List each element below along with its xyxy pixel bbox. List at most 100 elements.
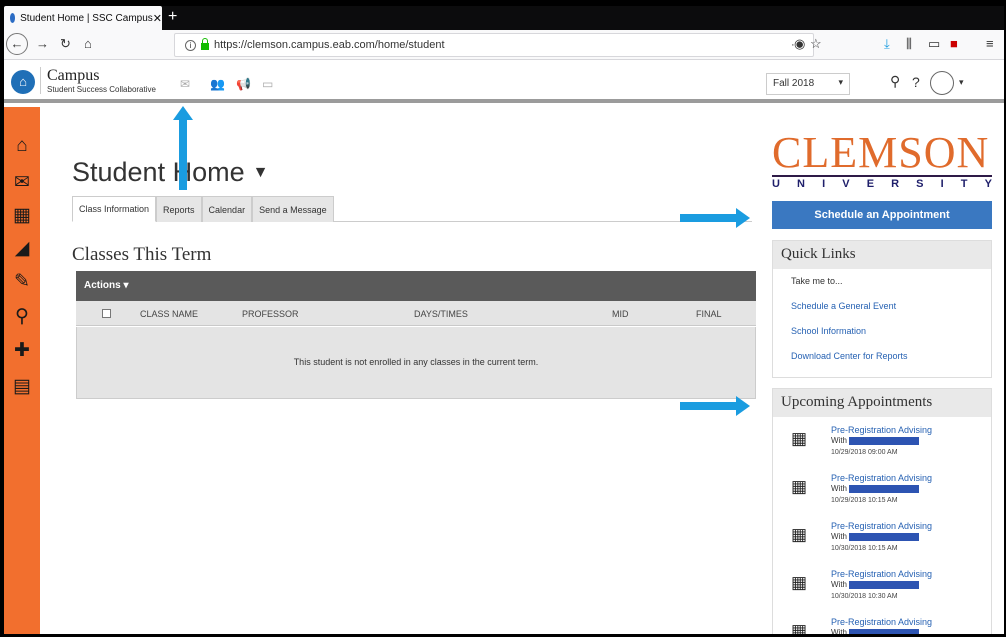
- school-subtitle-letter: V: [842, 178, 850, 190]
- redacted-advisor: [849, 485, 919, 493]
- column-professor[interactable]: PROFESSOR: [242, 309, 299, 319]
- left-nav-rail: ⌂ ✉ ▦ ◢ ✎ ⚲ ✚ ▤: [4, 107, 40, 634]
- appointment-name[interactable]: Pre-Registration Advising: [831, 521, 932, 531]
- pocket-icon[interactable]: ◉: [794, 36, 805, 52]
- redacted-advisor: [849, 629, 919, 634]
- brand-title: Campus: [47, 67, 100, 84]
- lock-icon[interactable]: [201, 38, 209, 50]
- add-user-icon[interactable]: ✚: [4, 339, 40, 362]
- school-subtitle-letter: E: [866, 178, 875, 190]
- window-icon[interactable]: ▭: [262, 77, 273, 91]
- tab-class-information[interactable]: Class Information: [72, 196, 157, 222]
- link-school-information[interactable]: School Information: [773, 319, 991, 344]
- column-class-name[interactable]: CLASS NAME: [140, 309, 198, 319]
- right-sidebar: CLEMSON U N I V E R S I T Y Schedule an …: [772, 107, 994, 634]
- appointment-with-label: With: [831, 436, 847, 445]
- user-menu-chevron-icon[interactable]: ▾: [959, 77, 964, 88]
- classes-table-header: CLASS NAME PROFESSOR DAYS/TIMES MID FINA…: [76, 301, 756, 326]
- pdf-extension-icon[interactable]: ■: [950, 36, 958, 51]
- brand[interactable]: Campus Student Success Collaborative: [40, 67, 156, 94]
- help-button[interactable]: ?: [912, 74, 920, 90]
- redacted-advisor: [849, 533, 919, 541]
- downloads-icon[interactable]: ⤓: [884, 36, 890, 52]
- link-schedule-general-event[interactable]: Schedule a General Event: [773, 294, 991, 319]
- page-title[interactable]: Student Home ▼: [72, 157, 268, 188]
- bookmark-star-icon[interactable]: ☆: [810, 36, 822, 52]
- appointment-date: 10/29/2018 10:15 AM: [831, 497, 898, 504]
- home-icon[interactable]: ⌂: [4, 135, 40, 157]
- browser-tab-active[interactable]: Student Home | SSC Campus ✕: [4, 6, 162, 30]
- appointment-name[interactable]: Pre-Registration Advising: [831, 617, 932, 627]
- sidebar-icon[interactable]: ▭: [928, 36, 940, 52]
- actions-bar: Actions ▾: [76, 271, 756, 301]
- mail-icon[interactable]: ✉: [4, 171, 40, 194]
- school-subtitle-letter: U: [772, 178, 780, 190]
- annotation-arrow-up: [173, 106, 193, 190]
- url-text: https://clemson.campus.eab.com/home/stud…: [214, 39, 445, 51]
- link-download-center[interactable]: Download Center for Reports: [773, 344, 991, 369]
- classes-empty-state: This student is not enrolled in any clas…: [76, 327, 756, 399]
- avatar[interactable]: [930, 71, 954, 95]
- appointment-item: ▦ Pre-Registration Advising With 10/29/2…: [791, 425, 981, 469]
- quick-links-title: Quick Links: [773, 241, 991, 269]
- school-subtitle-letter: T: [960, 178, 968, 190]
- appointment-name[interactable]: Pre-Registration Advising: [831, 425, 932, 435]
- appointment-name[interactable]: Pre-Registration Advising: [831, 569, 932, 579]
- close-tab-icon[interactable]: ✕: [153, 12, 162, 25]
- forward-button[interactable]: →: [36, 36, 49, 51]
- actions-dropdown[interactable]: Actions ▾: [84, 280, 128, 291]
- notes-icon[interactable]: ▤: [4, 375, 40, 398]
- calendar-icon: ▦: [791, 621, 808, 634]
- column-final[interactable]: FINAL: [696, 309, 722, 319]
- chart-icon[interactable]: ◢: [4, 237, 40, 260]
- pin-icon[interactable]: ✎: [4, 270, 40, 293]
- column-mid[interactable]: MID: [612, 309, 629, 319]
- tab-title: Student Home | SSC Campus: [20, 12, 153, 24]
- appointment-date: 10/29/2018 09:00 AM: [831, 449, 898, 456]
- student-tabs: Class Information Reports Calendar Send …: [72, 196, 752, 222]
- tab-send-a-message[interactable]: Send a Message: [252, 196, 334, 222]
- school-logo: CLEMSON U N I V E R S I T Y: [772, 131, 992, 190]
- appointment-date: 10/30/2018 10:30 AM: [831, 593, 898, 600]
- screenshot-frame: Student Home | SSC Campus ✕ + ← → ↻ ⌂ i …: [0, 0, 1006, 637]
- calendar-icon[interactable]: ▦: [4, 204, 40, 227]
- annotation-arrow-right: [680, 396, 750, 416]
- search-icon[interactable]: ⚲: [4, 305, 40, 328]
- term-select[interactable]: Fall 2018 ▾: [766, 73, 850, 95]
- brand-subtitle: Student Success Collaborative: [47, 85, 156, 94]
- appointment-item: ▦ Pre-Registration Advising With 10/30/2…: [791, 569, 981, 613]
- school-subtitle: U N I V E R S I T Y: [772, 175, 992, 190]
- column-days-times[interactable]: DAYS/TIMES: [414, 309, 468, 319]
- mail-icon[interactable]: ✉: [180, 77, 190, 91]
- favicon-icon: [10, 13, 16, 23]
- term-select-value: Fall 2018: [773, 78, 815, 89]
- library-icon[interactable]: ⫼: [906, 36, 912, 52]
- chevron-down-icon[interactable]: ▼: [253, 164, 269, 181]
- redacted-advisor: [849, 581, 919, 589]
- address-bar[interactable]: i https://clemson.campus.eab.com/home/st…: [174, 33, 814, 57]
- school-subtitle-letter: I: [940, 178, 944, 190]
- appointment-with-label: With: [831, 628, 847, 634]
- school-subtitle-letter: R: [891, 178, 900, 190]
- megaphone-icon[interactable]: 📢: [236, 77, 251, 91]
- page-title-text: Student Home: [72, 157, 245, 187]
- tab-reports[interactable]: Reports: [156, 196, 202, 222]
- new-tab-button[interactable]: +: [168, 8, 177, 26]
- select-all-checkbox[interactable]: [102, 309, 111, 318]
- appointment-name[interactable]: Pre-Registration Advising: [831, 473, 932, 483]
- quick-links-panel: Quick Links Take me to... Schedule a Gen…: [772, 240, 992, 378]
- home-button[interactable]: ⌂: [84, 36, 92, 51]
- calendar-icon: ▦: [791, 573, 808, 592]
- campus-logo-icon[interactable]: ⌂: [11, 70, 35, 94]
- upcoming-appointments-panel: Upcoming Appointments ▦ Pre-Registration…: [772, 388, 992, 634]
- reload-button[interactable]: ↻: [60, 36, 71, 52]
- tab-calendar[interactable]: Calendar: [201, 196, 253, 222]
- people-icon[interactable]: 👥: [210, 77, 225, 91]
- schedule-appointment-button[interactable]: Schedule an Appointment: [772, 201, 992, 229]
- info-icon[interactable]: i: [185, 39, 196, 51]
- appointment-item: ▦ Pre-Registration Advising With 10/30/2…: [791, 521, 981, 565]
- appointment-with-label: With: [831, 580, 847, 589]
- back-button[interactable]: ←: [6, 33, 28, 55]
- search-icon[interactable]: ⚲: [890, 73, 900, 90]
- menu-icon[interactable]: ≡: [986, 36, 994, 51]
